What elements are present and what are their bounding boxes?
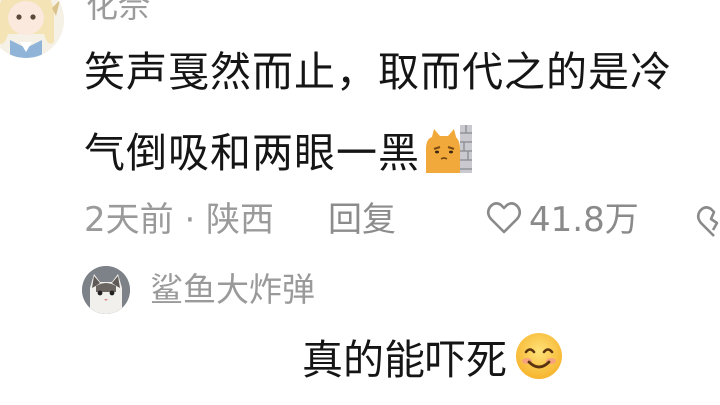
smiling-face-emoji-icon xyxy=(516,333,562,379)
cat-behind-wall-emoji-icon xyxy=(426,125,472,173)
cat-photo-avatar-icon xyxy=(82,266,130,314)
like-button[interactable]: 41.8万 xyxy=(485,194,639,246)
comment-text-line: 笑声戛然而止，取而代之的是冷 xyxy=(84,48,672,96)
heart-outline-icon xyxy=(486,202,522,234)
reply-text-fragment: 真的能吓死 xyxy=(302,336,507,384)
comment-meta-row: 2天前 · 陕西 回复 41.8万 xyxy=(84,194,720,246)
comment-time-location: 2天前 · 陕西 xyxy=(84,200,275,240)
broken-heart-icon[interactable] xyxy=(694,203,720,241)
comment-author-name[interactable]: 化佘 xyxy=(86,0,150,26)
comment-text-fragment: 气倒吸和两眼一黑 xyxy=(84,129,420,177)
anime-girl-avatar-icon xyxy=(0,0,64,58)
comment-author-avatar[interactable] xyxy=(0,0,64,58)
reply-text: 真的能吓死 xyxy=(302,330,565,388)
reply-author-name[interactable]: 鲨鱼大炸弹 xyxy=(150,264,315,316)
comment-text-line: 气倒吸和两眼一黑 xyxy=(84,123,474,179)
reply-author-avatar[interactable] xyxy=(82,266,130,314)
reply-button[interactable]: 回复 xyxy=(328,194,396,246)
like-count: 41.8万 xyxy=(529,200,639,240)
